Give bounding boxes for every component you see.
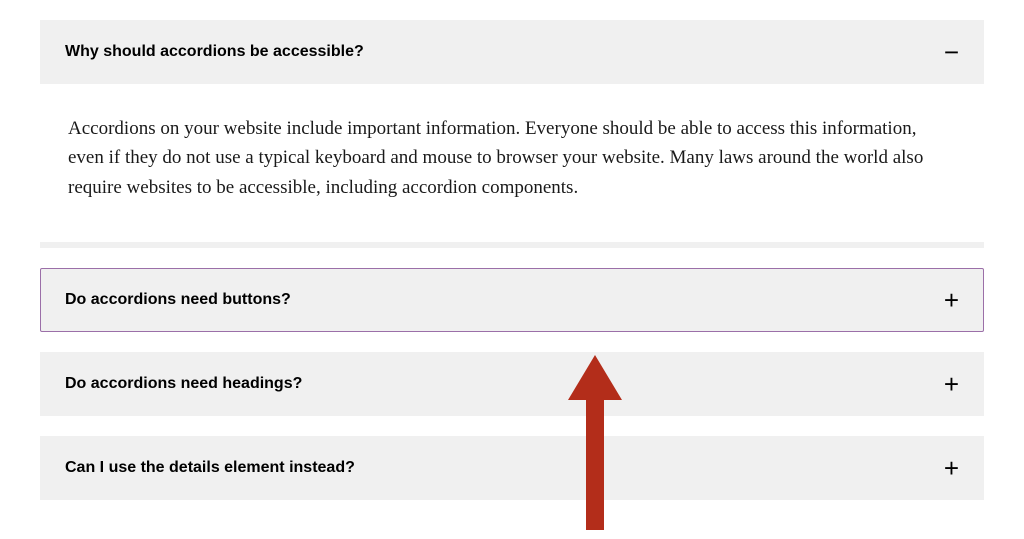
accordion-header-label: Can I use the details element instead? (65, 459, 355, 477)
accordion-header-headings[interactable]: Do accordions need headings? + (40, 352, 984, 416)
plus-icon: + (944, 371, 959, 397)
accordion-panel-text: Accordions on your website include impor… (68, 118, 923, 198)
accordion-item: Can I use the details element instead? + (40, 436, 984, 500)
accordion: Why should accordions be accessible? − A… (40, 20, 984, 500)
accordion-item: Do accordions need headings? + (40, 352, 984, 416)
accordion-panel: Accordions on your website include impor… (40, 84, 984, 242)
accordion-header-accessible[interactable]: Why should accordions be accessible? − (40, 20, 984, 84)
accordion-header-buttons[interactable]: Do accordions need buttons? + (40, 268, 984, 332)
accordion-header-label: Do accordions need buttons? (65, 291, 291, 309)
accordion-item: Why should accordions be accessible? − A… (40, 20, 984, 248)
accordion-header-label: Why should accordions be accessible? (65, 43, 364, 61)
accordion-header-details[interactable]: Can I use the details element instead? + (40, 436, 984, 500)
accordion-item: Do accordions need buttons? + (40, 268, 984, 332)
minus-icon: − (944, 39, 959, 65)
accordion-header-label: Do accordions need headings? (65, 375, 302, 393)
plus-icon: + (944, 287, 959, 313)
plus-icon: + (944, 455, 959, 481)
